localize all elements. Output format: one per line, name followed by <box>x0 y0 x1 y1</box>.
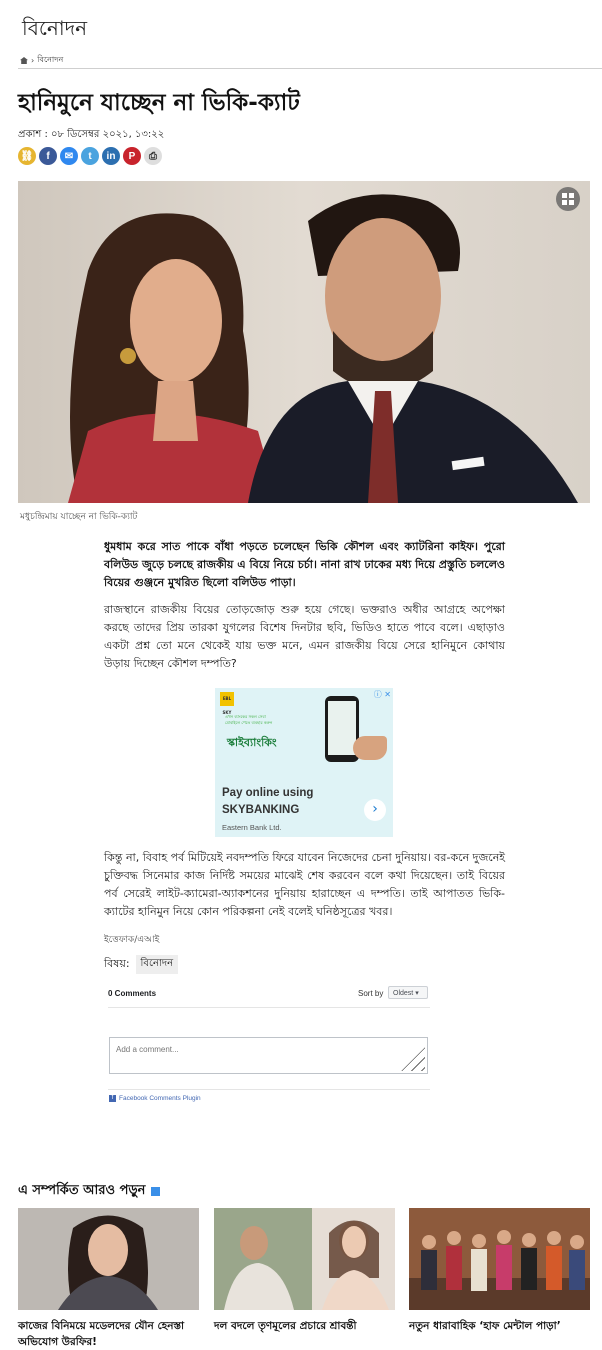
sort-value: Oldest <box>393 990 414 997</box>
sort-label: Sort by <box>358 989 384 998</box>
divider <box>18 68 602 69</box>
sort-select[interactable]: Oldest ▾ <box>388 986 428 999</box>
related-thumb-3[interactable] <box>409 1208 590 1310</box>
related-thumb-2[interactable] <box>214 1208 395 1310</box>
breadcrumb-separator: › <box>31 56 35 65</box>
home-icon[interactable] <box>20 57 28 64</box>
pinterest-icon[interactable]: P <box>123 147 141 165</box>
section-title[interactable]: বিনোদন <box>22 14 87 47</box>
related-title-3[interactable]: নতুন ধারাবাহিক ‘হাফ মেন্টাল পাড়া’ <box>409 1318 590 1334</box>
topic-row: বিষয়: বিনোদন <box>104 955 179 974</box>
related-title-text: এ সম্পর্কিত আরও পড়ুন <box>18 1183 146 1198</box>
related-heading: এ সম্পর্কিত আরও পড়ুন <box>18 1181 161 1202</box>
related-title-1[interactable]: কাজের বিনিময়ে মডেলদের যৌন হেনস্তা অভিযো… <box>18 1318 199 1350</box>
print-icon[interactable]: ⎙ <box>144 147 162 165</box>
related-title-2[interactable]: দল বদলে তৃণমূলের প্রচারে শ্রাবন্তী <box>214 1318 395 1334</box>
comment-input[interactable]: Add a comment... <box>109 1037 428 1074</box>
linkedin-icon[interactable]: in <box>102 147 120 165</box>
ad-advertiser: Eastern Bank Ltd. <box>222 823 282 832</box>
resize-handle-icon[interactable] <box>401 1047 425 1071</box>
ad-small-text: এখন ব্যাংকের সকল সেবা মোবাইলে পেতে ব্যবহ… <box>225 714 273 725</box>
topic-tag[interactable]: বিনোদন <box>135 955 179 974</box>
twitter-icon[interactable]: t <box>81 147 99 165</box>
link-icon[interactable]: ⛓ <box>18 147 36 165</box>
body-paragraph-2: কিন্তু না, বিবাহ পর্ব মিটিয়েই নবদম্পতি … <box>104 851 505 918</box>
related-photo-1 <box>18 1208 199 1310</box>
comments-divider <box>108 1007 430 1008</box>
gallery-icon[interactable] <box>556 187 580 211</box>
comment-count: 0 Comments <box>108 989 157 998</box>
ad-arrow-button[interactable]: › <box>364 799 386 821</box>
facebook-small-icon: f <box>109 1095 116 1102</box>
topic-label: বিষয়: <box>104 957 130 970</box>
publish-date: প্রকাশ : ০৮ ডিসেম্বর ২০২১, ১৩:২২ <box>18 129 165 140</box>
fb-plugin-link[interactable]: f Facebook Comments Plugin <box>109 1095 201 1102</box>
source-credit: ইত্তেফাক/এআই <box>104 935 160 945</box>
ad-logo: EBL SKY <box>220 692 234 715</box>
body-paragraph-1: রাজস্থানে রাজকীয় বিয়ের তোড়জোড় শুরু হ… <box>104 603 505 670</box>
blue-square-icon <box>151 1187 161 1196</box>
advertisement[interactable]: EBL SKY ⓘ ✕ এখন ব্যাংকের সকল সেবা মোবাইল… <box>215 688 393 837</box>
comments-divider-bottom <box>108 1089 430 1090</box>
page-title: হানিমুনে যাচ্ছেন না ভিকি-ক্যাট <box>18 90 300 116</box>
hero-image <box>18 181 590 503</box>
comments-plugin: 0 Comments Sort by Oldest ▾ Add a commen… <box>104 984 430 1104</box>
ad-bangla-title: স্কাইব্যাংকিং <box>227 736 277 749</box>
ad-headline: Pay online using SKYBANKING <box>222 787 314 816</box>
hand-graphic <box>353 736 387 760</box>
comment-placeholder: Add a comment... <box>116 1045 179 1054</box>
ad-info-icon[interactable]: ⓘ ✕ <box>374 689 391 700</box>
related-thumb-1[interactable] <box>18 1208 199 1310</box>
related-photo-3 <box>409 1208 590 1310</box>
image-caption: মধুচন্দ্রিমায় যাচ্ছেন না ভিকি-ক্যাট <box>20 512 138 522</box>
breadcrumb: › বিনোদন <box>20 54 63 67</box>
related-card-1[interactable]: কাজের বিনিময়ে মডেলদের যৌন হেনস্তা অভিযো… <box>18 1208 199 1350</box>
messenger-icon[interactable]: ✉ <box>60 147 78 165</box>
related-card-2[interactable]: দল বদলে তৃণমূলের প্রচারে শ্রাবন্তী <box>214 1208 395 1334</box>
hero-photo <box>18 181 590 503</box>
lead-paragraph: ধুমধাম করে সাত পাকে বাঁধা পড়তে চলেছেন ভ… <box>104 540 505 589</box>
share-bar: ⛓ f ✉ t in P ⎙ <box>18 147 162 165</box>
chevron-down-icon: ▾ <box>415 990 419 997</box>
related-card-3[interactable]: নতুন ধারাবাহিক ‘হাফ মেন্টাল পাড়া’ <box>409 1208 590 1334</box>
fb-plugin-label: Facebook Comments Plugin <box>119 1095 201 1102</box>
related-photo-2 <box>214 1208 395 1310</box>
breadcrumb-current[interactable]: বিনোদন <box>37 54 63 67</box>
facebook-icon[interactable]: f <box>39 147 57 165</box>
